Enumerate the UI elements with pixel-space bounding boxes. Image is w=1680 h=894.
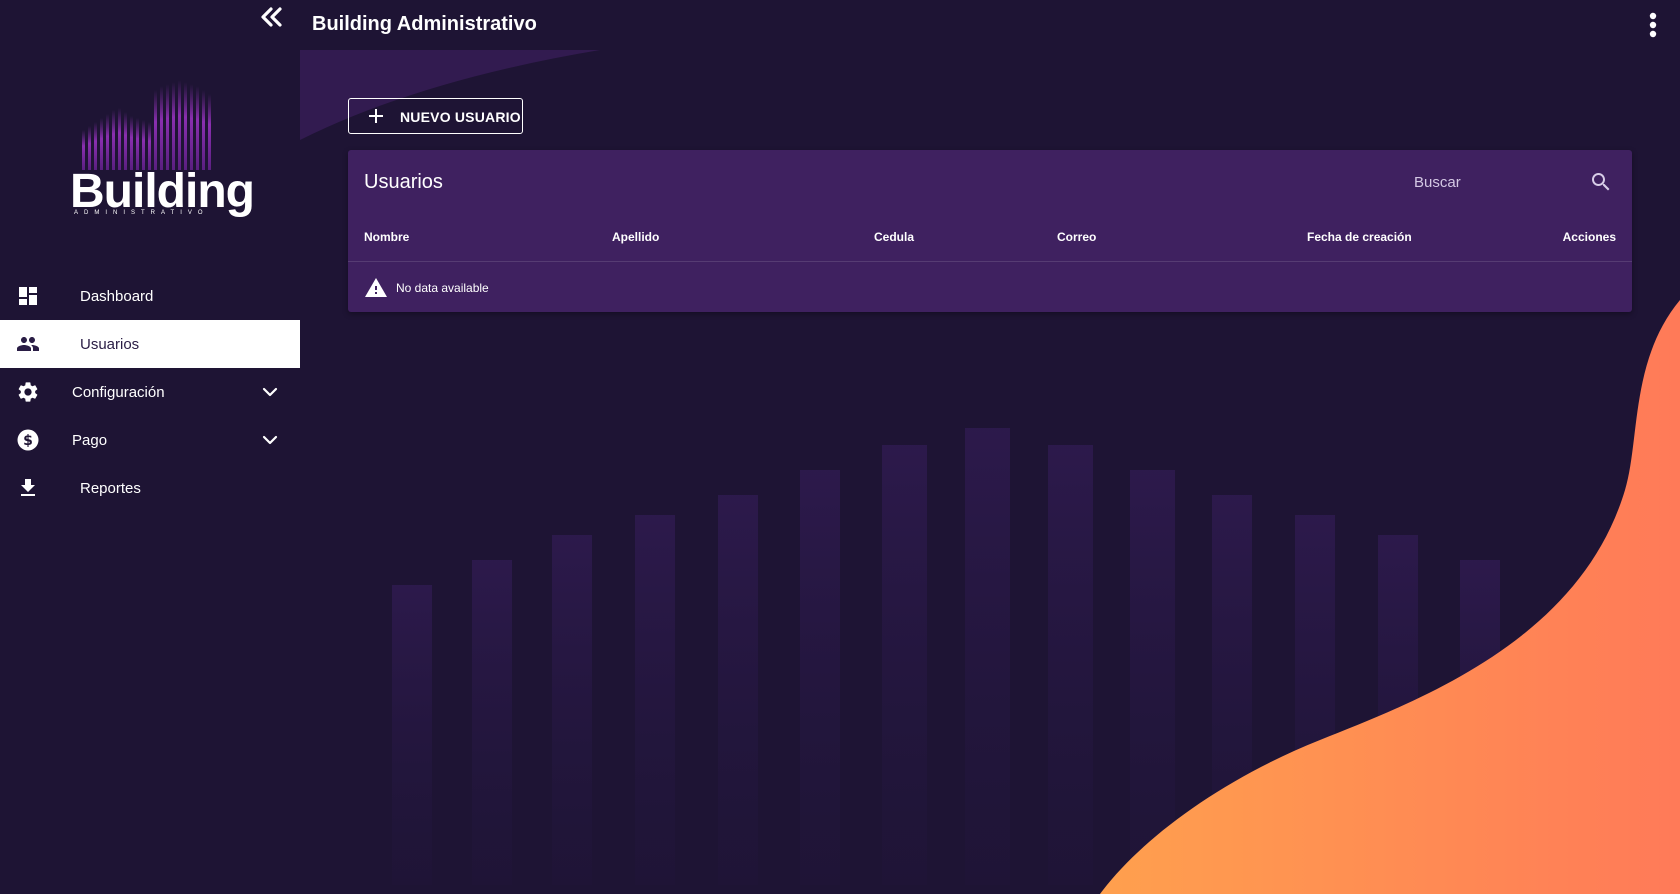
dollar-circle-icon: $ bbox=[16, 428, 40, 452]
sidebar-item-label: Configuración bbox=[72, 383, 165, 401]
sidebar-item-label: Usuarios bbox=[80, 335, 140, 353]
sidebar: Building ADMINISTRATIVO Dashboard Usuari… bbox=[0, 0, 300, 894]
warning-icon bbox=[364, 276, 388, 300]
search-input[interactable] bbox=[1412, 170, 1582, 194]
column-header-acciones: Acciones bbox=[1562, 230, 1616, 244]
sidebar-item-configuracion[interactable]: Configuración bbox=[0, 368, 300, 416]
empty-state-row: No data available bbox=[364, 276, 489, 300]
new-user-label: NUEVO USUARIO bbox=[400, 109, 521, 125]
sidebar-item-dashboard[interactable]: Dashboard bbox=[0, 272, 300, 320]
app-logo: Building ADMINISTRATIVO bbox=[70, 80, 255, 220]
sidebar-item-reportes[interactable]: Reportes bbox=[0, 464, 300, 512]
chevron-down-icon[interactable] bbox=[260, 430, 280, 450]
chevron-down-icon[interactable] bbox=[260, 382, 280, 402]
sidebar-item-pago[interactable]: $ Pago bbox=[0, 416, 300, 464]
column-header-fecha[interactable]: Fecha de creación bbox=[1307, 230, 1412, 244]
table-divider bbox=[348, 261, 1632, 262]
more-vert-icon[interactable] bbox=[1646, 12, 1660, 40]
sidebar-item-label: Dashboard bbox=[80, 287, 154, 305]
logo-wordmark: Building bbox=[70, 165, 255, 218]
gear-icon bbox=[16, 380, 40, 404]
svg-text:$: $ bbox=[23, 433, 33, 449]
table-title: Usuarios bbox=[364, 171, 443, 193]
column-header-cedula[interactable]: Cedula bbox=[874, 230, 914, 244]
logo-subtitle: ADMINISTRATIVO bbox=[74, 210, 209, 216]
sidebar-nav: Dashboard Usuarios Configuración $ Pago bbox=[0, 272, 300, 512]
search-icon[interactable] bbox=[1589, 170, 1613, 194]
column-header-apellido[interactable]: Apellido bbox=[612, 230, 659, 244]
main-content: Building Administrativo NUEVO USUARIO Us… bbox=[300, 0, 1680, 894]
users-table-card: Usuarios Nombre Apellido Cedula Correo F… bbox=[348, 150, 1632, 312]
empty-state-text: No data available bbox=[396, 281, 489, 295]
plus-icon bbox=[367, 107, 385, 125]
sidebar-item-label: Pago bbox=[72, 431, 108, 449]
download-icon bbox=[16, 476, 40, 500]
sidebar-item-usuarios[interactable]: Usuarios bbox=[0, 320, 300, 368]
column-header-nombre[interactable]: Nombre bbox=[364, 230, 409, 244]
page-title: Building Administrativo bbox=[312, 13, 537, 35]
sidebar-item-label: Reportes bbox=[80, 479, 141, 497]
collapse-sidebar-icon[interactable] bbox=[258, 6, 286, 30]
background-art bbox=[300, 50, 1680, 894]
column-header-correo[interactable]: Correo bbox=[1057, 230, 1096, 244]
dashboard-icon bbox=[16, 284, 40, 308]
people-icon bbox=[16, 332, 40, 356]
new-user-button[interactable]: NUEVO USUARIO bbox=[348, 98, 523, 134]
